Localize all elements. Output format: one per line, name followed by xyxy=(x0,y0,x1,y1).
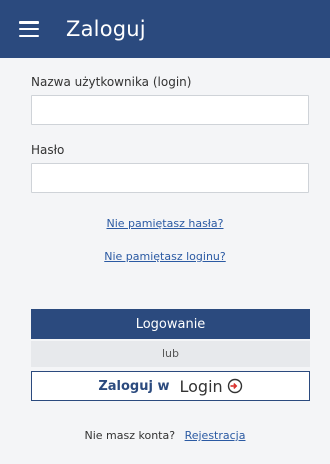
login-provider-logo: Login xyxy=(179,377,242,396)
no-account-text: Nie masz konta? xyxy=(84,429,176,442)
menu-bar-line xyxy=(19,34,39,37)
register-row: Nie masz konta? Rejestracja xyxy=(0,429,330,442)
username-label: Nazwa użytkownika (login) xyxy=(31,75,192,89)
forgot-password-row: Nie pamiętasz hasła? xyxy=(0,217,330,230)
external-login-button[interactable]: Zaloguj w Login xyxy=(31,371,310,401)
menu-bar-line xyxy=(19,21,39,24)
page-title: Zaloguj xyxy=(66,17,146,41)
username-input[interactable] xyxy=(31,95,309,125)
menu-bar-line xyxy=(19,27,39,31)
app-header: Zaloguj xyxy=(0,0,330,58)
forgot-login-row: Nie pamiętasz loginu? xyxy=(0,250,330,263)
password-input[interactable] xyxy=(31,163,309,193)
forgot-password-link[interactable]: Nie pamiętasz hasła? xyxy=(106,217,223,230)
hamburger-menu-icon[interactable] xyxy=(19,21,39,37)
login-provider-logo-text: Login xyxy=(179,376,223,396)
or-separator: lub xyxy=(31,341,310,367)
password-label: Hasło xyxy=(31,143,65,157)
forgot-login-link[interactable]: Nie pamiętasz loginu? xyxy=(104,250,225,263)
login-door-icon xyxy=(227,378,242,394)
external-login-label: Zaloguj w xyxy=(98,378,170,394)
login-screen: Zaloguj Nazwa użytkownika (login) Hasło … xyxy=(0,0,330,464)
register-link[interactable]: Rejestracja xyxy=(185,429,246,442)
login-submit-button[interactable]: Logowanie xyxy=(31,309,310,339)
